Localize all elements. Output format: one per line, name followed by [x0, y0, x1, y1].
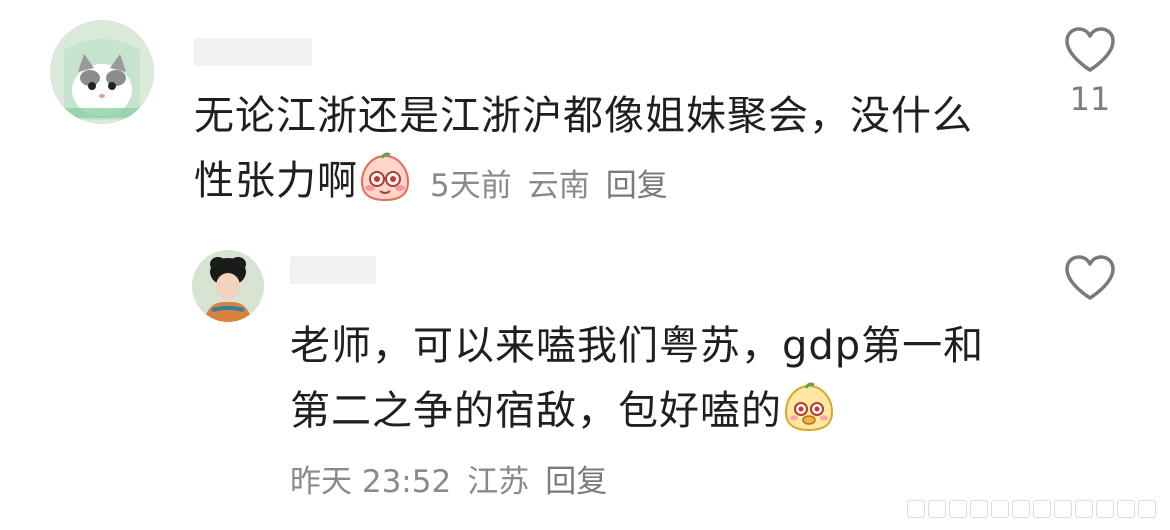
comment-meta: 5天前 云南 回复 — [430, 160, 668, 205]
comment-text-line: 性张力啊 — [194, 152, 412, 217]
comment-location: 云南 — [527, 168, 590, 204]
sly-peach-emoji — [782, 382, 836, 447]
comment-text-line: 无论江浙还是江浙沪都像姐妹聚会，没什么 — [194, 93, 973, 139]
comment-location: 江苏 — [467, 464, 530, 500]
heart-outline-icon — [1065, 255, 1115, 300]
reply-button[interactable]: 回复 — [545, 456, 607, 501]
comment-text-fragment: 性张力啊 — [194, 158, 358, 204]
comment-time: 5天前 — [430, 168, 512, 204]
comment-time: 昨天 23:52 — [290, 464, 452, 500]
heart-outline-icon — [1065, 27, 1115, 72]
cat-avatar-image — [50, 20, 154, 124]
like-button[interactable]: 11 — [1055, 26, 1125, 118]
watermark — [907, 500, 1156, 518]
comment-text-fragment: 第二之争的宿敌，包好嗑的 — [290, 388, 782, 434]
comment-text-line: 老师，可以来嗑我们粤苏，gdp第一和 — [290, 323, 985, 369]
woman-avatar-image — [192, 250, 264, 322]
comment-text-line: 第二之争的宿敌，包好嗑的 — [290, 382, 836, 447]
like-count: 11 — [1069, 80, 1111, 118]
comment-meta: 昨天 23:52 江苏 回复 — [290, 456, 607, 501]
reply-button[interactable]: 回复 — [606, 160, 668, 205]
avatar[interactable] — [192, 250, 264, 322]
avatar[interactable] — [50, 20, 154, 124]
username-redacted[interactable] — [194, 38, 312, 66]
like-button[interactable] — [1055, 254, 1125, 302]
shy-peach-emoji — [358, 152, 412, 217]
username-redacted[interactable] — [290, 256, 376, 284]
